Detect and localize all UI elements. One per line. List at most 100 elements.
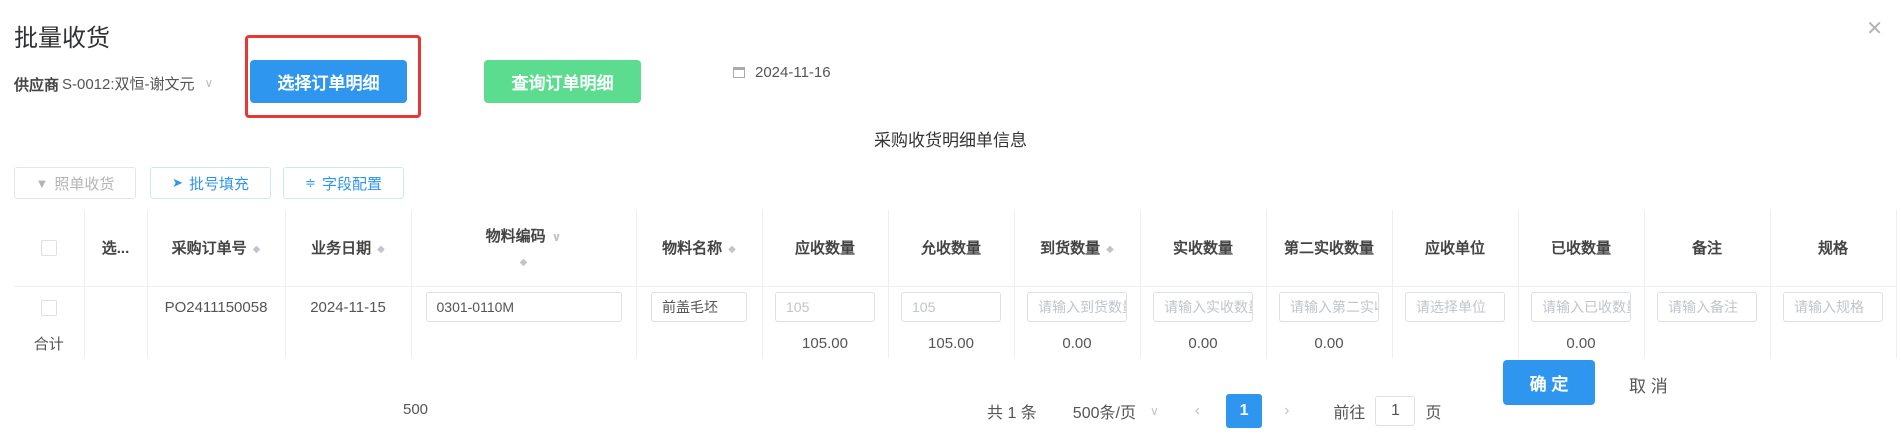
summary-allow: 105.00: [888, 328, 1015, 358]
query-order-detail-button[interactable]: 查询订单明细: [484, 60, 641, 103]
supplier-value: S-0012:双恒-谢文元: [62, 75, 195, 93]
page-size-select[interactable]: 500条/页 ∨: [1073, 399, 1159, 423]
due-qty-input[interactable]: 105: [775, 292, 875, 323]
sort-icon[interactable]: ◆: [1106, 244, 1114, 255]
spec-input[interactable]: 请输入规格: [1783, 292, 1883, 323]
cell-arrive-qty: 请输入到货数量: [1014, 286, 1141, 328]
remark-input[interactable]: 请输入备注: [1657, 292, 1757, 323]
allow-qty-input[interactable]: 105: [901, 292, 1001, 323]
cell-remark: 请输入备注: [1644, 286, 1771, 328]
arrive-qty-input[interactable]: 请输入到货数量: [1027, 292, 1127, 323]
cell-unit: 请选择单位: [1392, 286, 1519, 328]
receive-by-order-button[interactable]: ▼ 照单收货: [14, 167, 136, 199]
cell-received-qty: 请输入已收数量: [1518, 286, 1645, 328]
supplier-label: 供应商: [14, 77, 60, 94]
calendar-icon: [733, 67, 745, 78]
material-code-input[interactable]: 0301-0110M: [425, 292, 622, 323]
footer-value: 500: [403, 401, 429, 418]
row-select-cell[interactable]: [14, 286, 85, 328]
chevron-down-icon[interactable]: ∨: [552, 230, 562, 244]
col-header-arrive-qty-label: 到货数量: [1040, 240, 1101, 258]
summary-arrive: 0.00: [1014, 328, 1141, 358]
select-all-cell[interactable]: [14, 210, 85, 287]
cell-date: 2024-11-15: [285, 286, 412, 328]
col-header-material-name-label: 物料名称: [662, 240, 723, 258]
col-header-material-code[interactable]: 物料编码 ∨ ◆: [411, 210, 637, 287]
goto-label: 前往: [1333, 405, 1366, 422]
cancel-button[interactable]: 取 消: [1629, 372, 1668, 397]
sliders-icon: ≑: [305, 175, 316, 190]
batch-fill-button[interactable]: ➤ 批号填充: [150, 167, 271, 199]
order-detail-table: 选... 采购订单号 ◆ 业务日期 ◆ 物料编码 ∨ ◆ 物料名称 ◆ 应收数量 允收数…: [14, 210, 1897, 358]
col-header-date-label: 业务日期: [311, 240, 372, 258]
col-header-arrive-qty[interactable]: 到货数量 ◆: [1014, 210, 1141, 287]
row-checkbox[interactable]: [40, 299, 57, 316]
send-icon: ➤: [172, 175, 183, 190]
close-icon[interactable]: ✕: [1866, 16, 1883, 41]
second-qty-input[interactable]: 请输入第二实收数量: [1279, 292, 1379, 323]
col-header-material-code-label: 物料编码: [485, 227, 546, 245]
cell-second-qty: 请输入第二实收数量: [1266, 286, 1393, 328]
cell-due-qty: 105: [762, 286, 889, 328]
col-header-due-qty: 应收数量: [762, 210, 889, 287]
field-config-button[interactable]: ≑ 字段配置: [283, 167, 404, 199]
col-header-received-qty: 已收数量: [1518, 210, 1645, 287]
col-header-allow-qty: 允收数量: [888, 210, 1015, 287]
page-size-value: 500条/页: [1072, 405, 1136, 422]
receive-by-order-label: 照单收货: [54, 175, 115, 193]
cell-allow-qty: 105: [888, 286, 1015, 328]
select-all-checkbox[interactable]: [40, 240, 57, 257]
dialog-title: 批量收货: [14, 25, 110, 52]
summary-due: 105.00: [762, 328, 889, 358]
summary-row: 合计 105.00 105.00 0.00 0.00 0.00 0.00: [14, 328, 1897, 358]
col-header-spec: 规格: [1770, 210, 1897, 287]
sort-icon[interactable]: ◆: [253, 244, 261, 255]
col-header-order-no[interactable]: 采购订单号 ◆: [147, 210, 286, 287]
supplier-select[interactable]: S-0012:双恒-谢文元 ∨: [62, 68, 230, 98]
table-header-row: 选... 采购订单号 ◆ 业务日期 ◆ 物料编码 ∨ ◆ 物料名称 ◆ 应收数量 允收数…: [14, 210, 1897, 287]
next-page-icon[interactable]: ›: [1284, 402, 1289, 420]
row-select-extra: [84, 286, 148, 328]
unit-select[interactable]: 请选择单位: [1405, 292, 1505, 323]
summary-label: 合计: [14, 328, 85, 358]
sort-icon[interactable]: ◆: [377, 244, 385, 255]
sort-icon[interactable]: ◆: [728, 244, 736, 255]
stamp-icon: ▼: [35, 175, 49, 191]
actual-qty-input[interactable]: 请输入实收数量: [1153, 292, 1253, 323]
sort-icon[interactable]: ◆: [520, 257, 528, 268]
chevron-down-icon: ∨: [204, 76, 214, 90]
cell-actual-qty: 请输入实收数量: [1140, 286, 1267, 328]
col-header-select: 选...: [84, 210, 148, 287]
col-header-second-qty: 第二实收数量: [1266, 210, 1393, 287]
received-qty-input[interactable]: 请输入已收数量: [1531, 292, 1631, 323]
page-suffix: 页: [1425, 405, 1442, 422]
page-number-active[interactable]: 1: [1226, 394, 1263, 428]
highlight-box: [245, 35, 421, 118]
prev-page-icon[interactable]: ‹: [1195, 402, 1200, 420]
cell-material-name: 前盖毛坯: [636, 286, 763, 328]
col-header-unit: 应收单位: [1392, 210, 1519, 287]
cell-order-no: PO2411150058: [147, 286, 286, 328]
date-picker[interactable]: 2024-11-16: [733, 64, 831, 81]
cell-spec: 请输入规格: [1770, 286, 1897, 328]
field-config-label: 字段配置: [321, 175, 382, 193]
chevron-down-icon: ∨: [1149, 404, 1159, 418]
summary-received: 0.00: [1518, 328, 1645, 358]
material-name-input[interactable]: 前盖毛坯: [651, 292, 747, 323]
col-header-date[interactable]: 业务日期 ◆: [285, 210, 412, 287]
pagination-total: 共 1 条: [987, 405, 1037, 422]
pagination: 共 1 条 500条/页 ∨ ‹ 1 › 前往 1 页: [987, 394, 1441, 428]
goto-page-input[interactable]: 1: [1375, 396, 1416, 426]
batch-fill-label: 批号填充: [188, 175, 249, 193]
section-title: 采购收货明细单信息: [874, 131, 1027, 150]
col-header-remark: 备注: [1644, 210, 1771, 287]
col-header-material-name[interactable]: 物料名称 ◆: [636, 210, 763, 287]
summary-second: 0.00: [1266, 328, 1393, 358]
cell-material-code: 0301-0110M: [411, 286, 637, 328]
date-value: 2024-11-16: [755, 64, 831, 81]
summary-actual: 0.00: [1140, 328, 1267, 358]
confirm-button[interactable]: 确 定: [1503, 360, 1595, 405]
table-row: PO2411150058 2024-11-15 0301-0110M 前盖毛坯 …: [14, 286, 1897, 328]
col-header-actual-qty: 实收数量: [1140, 210, 1267, 287]
col-header-order-no-label: 采购订单号: [171, 240, 247, 258]
